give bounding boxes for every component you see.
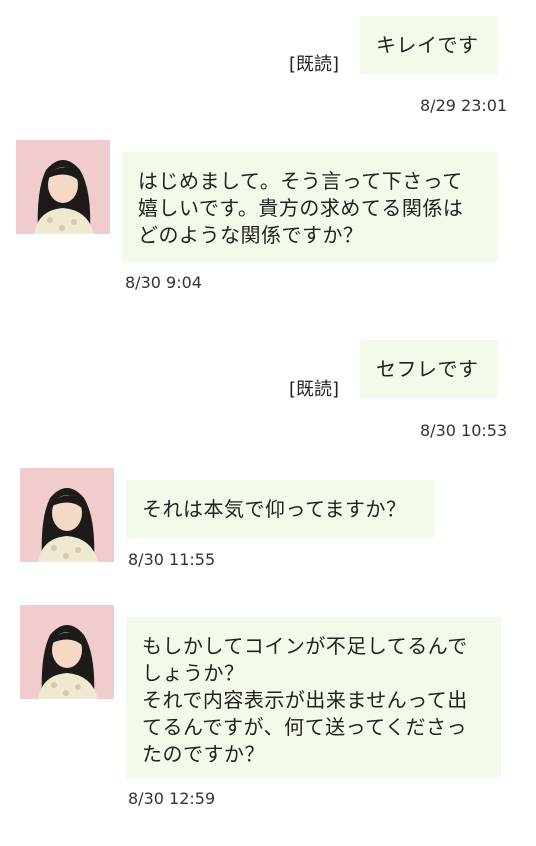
message-timestamp: 8/30 12:59 — [128, 789, 216, 808]
partner-avatar[interactable] — [16, 140, 110, 234]
message-timestamp: 8/30 9:04 — [125, 273, 202, 292]
message-timestamp: 8/30 11:55 — [128, 550, 216, 569]
message-bubble[interactable]: はじめまして。そう言って下さって 嬉しいです。貴方の求めてる関係は どのような関… — [122, 152, 498, 262]
partner-avatar[interactable] — [20, 605, 114, 699]
read-status: [既読] — [289, 54, 340, 75]
read-status: [既読] — [289, 379, 340, 400]
message-bubble[interactable]: もしかしてコインが不足してるんで しょうか？ それで内容表示が出来ませんって出 … — [126, 617, 501, 778]
message-timestamp: 8/30 10:53 — [420, 421, 508, 440]
message-bubble[interactable]: セフレです — [360, 340, 498, 398]
message-bubble[interactable]: キレイです — [360, 16, 498, 74]
message-bubble[interactable]: それは本気で仰ってますか？ — [126, 480, 435, 538]
message-timestamp: 8/29 23:01 — [420, 96, 508, 115]
partner-avatar[interactable] — [20, 468, 114, 562]
